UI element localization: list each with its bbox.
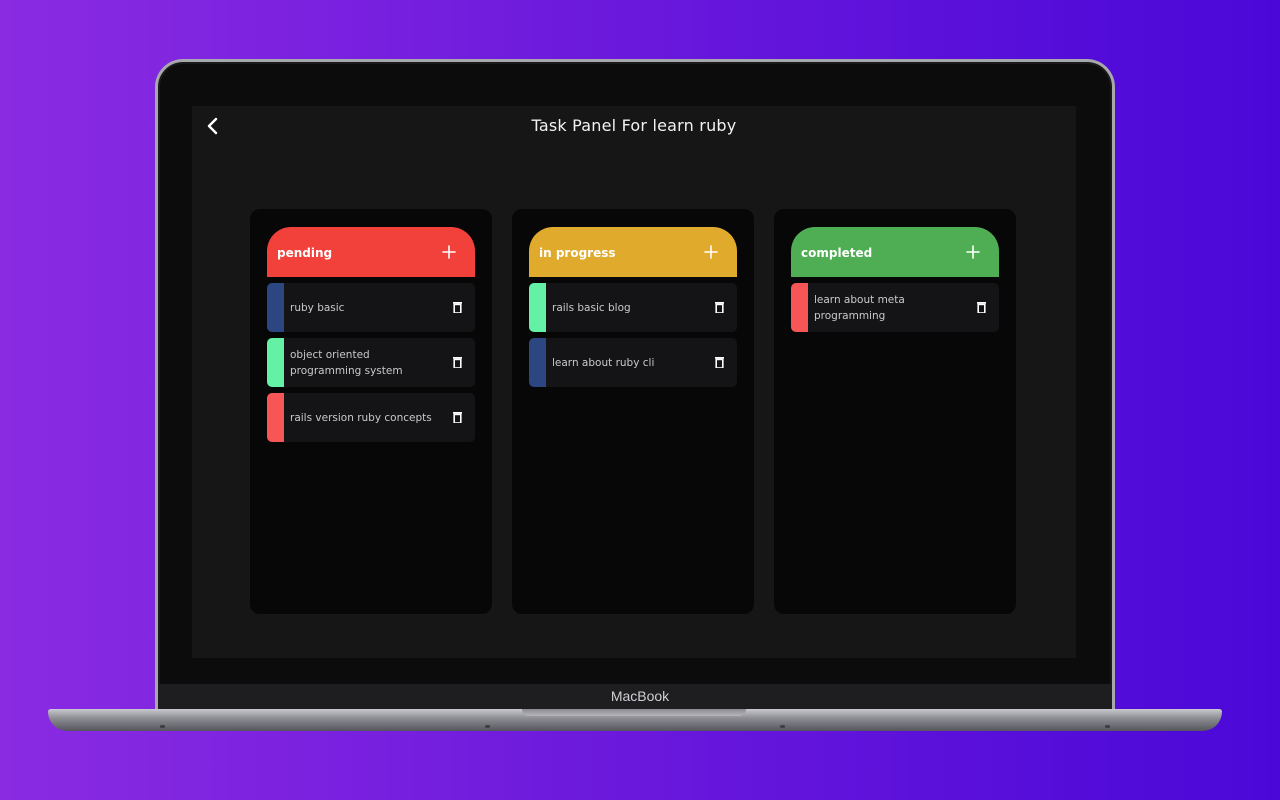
trash-icon: [714, 302, 724, 313]
plus-icon: [966, 245, 980, 259]
trash-icon: [976, 302, 986, 313]
column-title: completed: [801, 246, 873, 260]
column-header-completed: completed: [791, 227, 999, 277]
laptop-foot: [485, 725, 490, 728]
add-task-button[interactable]: [703, 244, 719, 260]
device-brand-label: MacBook: [610, 688, 670, 704]
column-pending: pending ruby basic object oriented progr…: [250, 209, 492, 614]
trash-icon: [452, 357, 462, 368]
plus-icon: [442, 245, 456, 259]
task-color-bar: [267, 338, 284, 387]
task-text: object oriented programming system: [290, 348, 403, 377]
delete-task-button[interactable]: [974, 301, 988, 315]
task-text: rails version ruby concepts: [290, 411, 432, 424]
add-task-button[interactable]: [441, 244, 457, 260]
task-card[interactable]: ruby basic: [267, 283, 475, 332]
column-completed: completed learn about meta programming: [774, 209, 1016, 614]
laptop-foot: [160, 725, 165, 728]
task-color-bar: [267, 283, 284, 332]
delete-task-button[interactable]: [450, 411, 464, 425]
column-header-pending: pending: [267, 227, 475, 277]
task-text: learn about ruby cli: [552, 356, 655, 369]
page-title: Task Panel For learn ruby: [531, 116, 737, 135]
task-text: learn about meta programming: [814, 293, 905, 322]
task-color-bar: [267, 393, 284, 442]
task-text: rails basic blog: [552, 301, 631, 314]
task-card[interactable]: rails version ruby concepts: [267, 393, 475, 442]
task-text: ruby basic: [290, 301, 345, 314]
trash-icon: [452, 302, 462, 313]
plus-icon: [704, 245, 718, 259]
add-task-button[interactable]: [965, 244, 981, 260]
delete-task-button[interactable]: [712, 356, 726, 370]
task-card[interactable]: rails basic blog: [529, 283, 737, 332]
task-board: pending ruby basic object oriented progr…: [250, 209, 1018, 614]
delete-task-button[interactable]: [450, 356, 464, 370]
task-color-bar: [791, 283, 808, 332]
column-title: pending: [277, 246, 333, 260]
delete-task-button[interactable]: [450, 301, 464, 315]
task-card[interactable]: learn about ruby cli: [529, 338, 737, 387]
laptop-hinge-notch: [522, 709, 746, 716]
trash-icon: [452, 412, 462, 423]
task-card[interactable]: learn about meta programming: [791, 283, 999, 332]
column-title: in progress: [539, 246, 616, 260]
trash-icon: [714, 357, 724, 368]
task-color-bar: [529, 283, 546, 332]
column-in-progress: in progress rails basic blog learn about…: [512, 209, 754, 614]
delete-task-button[interactable]: [712, 301, 726, 315]
column-header-in-progress: in progress: [529, 227, 737, 277]
laptop-foot: [780, 725, 785, 728]
laptop-foot: [1105, 725, 1110, 728]
task-color-bar: [529, 338, 546, 387]
task-card[interactable]: object oriented programming system: [267, 338, 475, 387]
